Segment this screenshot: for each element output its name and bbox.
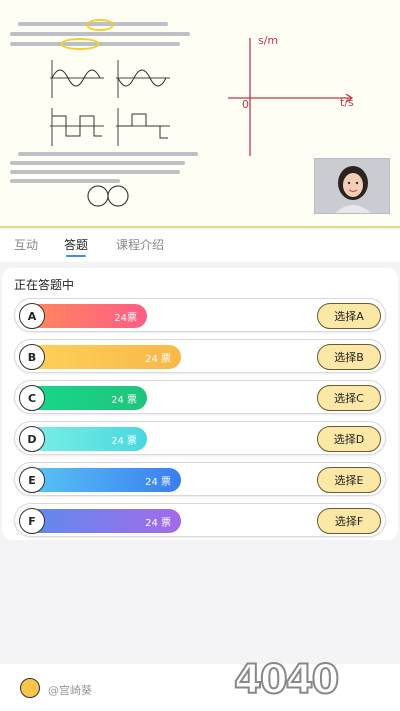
option-letter-e: E	[19, 467, 45, 493]
option-row-c: C 24 票 选择C	[14, 380, 386, 414]
option-row-e: E 24 票 选择E	[14, 462, 386, 496]
option-letter-d: D	[19, 426, 45, 452]
tab-quiz[interactable]: 答题	[64, 236, 88, 257]
graph-d	[116, 108, 170, 146]
option-row-b: B 24 票 选择B	[14, 339, 386, 373]
graph-c	[50, 108, 104, 146]
choose-d-button[interactable]: 选择D	[317, 426, 381, 452]
tab-interaction[interactable]: 互动	[14, 236, 38, 253]
tab-course-intro[interactable]: 课程介绍	[116, 236, 164, 253]
option-letter-c: C	[19, 385, 45, 411]
teacher-video[interactable]	[314, 158, 390, 214]
graph-a	[50, 60, 104, 98]
option-row-d: D 24 票 选择D	[14, 421, 386, 455]
graph-b	[116, 60, 170, 98]
board-origin-label: 0	[242, 98, 249, 111]
option-vote-bar-e: 24 票	[23, 468, 181, 492]
site-watermark: 4040	[233, 656, 340, 704]
user-avatar-icon[interactable]	[20, 678, 40, 698]
whiteboard-graph: s/m t/s 0	[228, 34, 354, 156]
bottom-bar: @宫崎葵 4040	[0, 656, 400, 711]
board-x-label: t/s	[340, 96, 354, 109]
choose-a-button[interactable]: 选择A	[317, 303, 381, 329]
board-y-label: s/m	[258, 34, 278, 47]
choose-e-button[interactable]: 选择E	[317, 467, 381, 493]
option-letter-a: A	[19, 303, 45, 329]
username: @宫崎葵	[48, 684, 92, 697]
lecture-panel: s/m t/s 0	[0, 0, 400, 228]
option-row-a: A 24票 选择A	[14, 298, 386, 332]
teacher-avatar-icon	[315, 159, 389, 213]
option-vote-bar-f: 24 票	[23, 509, 181, 533]
quiz-card: 正在答题中 A 24票 选择A B 24 票 选择B C 24 票 选择C D …	[2, 268, 398, 540]
choose-f-button[interactable]: 选择F	[317, 508, 381, 534]
option-vote-bar-b: 24 票	[23, 345, 181, 369]
tab-bar: 互动 答题 课程介绍	[0, 230, 400, 262]
lecture-document	[8, 18, 208, 208]
choose-c-button[interactable]: 选择C	[317, 385, 381, 411]
choose-b-button[interactable]: 选择B	[317, 344, 381, 370]
option-letter-b: B	[19, 344, 45, 370]
track-figure	[87, 185, 129, 207]
option-row-f: F 24 票 选择F	[14, 503, 386, 537]
quiz-status-title: 正在答题中	[14, 278, 75, 292]
option-letter-f: F	[19, 508, 45, 534]
